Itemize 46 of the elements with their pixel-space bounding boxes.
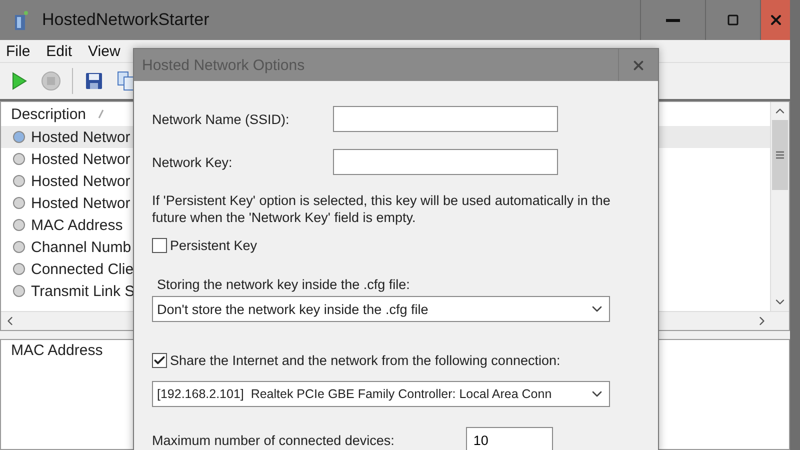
status-dot-icon <box>13 175 25 187</box>
play-icon <box>11 72 27 90</box>
menu-item[interactable]: Edit <box>46 42 72 60</box>
field-label: Maximum number of connected devices: <box>152 432 394 448</box>
input-field[interactable] <box>333 149 558 175</box>
column-header[interactable]: MAC Address <box>11 342 103 359</box>
row-label: Hosted Networ <box>31 194 130 212</box>
row-label: Hosted Networ <box>31 128 130 146</box>
status-dot-icon <box>13 131 25 143</box>
window-title: HostedNetworkStarter <box>42 10 210 30</box>
checkbox[interactable] <box>152 353 167 368</box>
field-label: Network Name (SSID): <box>152 112 290 126</box>
row-label: Hosted Networ <box>31 172 130 190</box>
scroll-thumb[interactable] <box>772 120 788 190</box>
app-icon <box>12 9 30 31</box>
dropdown[interactable]: [192.168.2.101] Realtek PCIe GBE Family Controller: Local Area Conn <box>152 381 610 407</box>
stop-icon <box>41 71 61 91</box>
row-label: Connected Clie <box>31 260 134 278</box>
checkbox-label[interactable]: Persistent Key <box>170 238 258 253</box>
status-dot-icon <box>13 285 25 297</box>
status-dot-icon <box>13 219 25 231</box>
column-header[interactable]: Description <box>11 106 86 122</box>
input-field[interactable]: 10 <box>466 427 554 450</box>
menu-item[interactable]: File <box>6 42 30 60</box>
vertical-scrollbar[interactable] <box>770 102 789 311</box>
help-text: If 'Persistent Key' option is selected, this key will be used automatically in the future when the 'Network Key' field is empty. <box>152 192 612 226</box>
status-dot-icon <box>13 153 25 165</box>
row-label: Channel Numb <box>31 238 132 256</box>
input-field[interactable] <box>333 106 558 132</box>
status-dot-icon <box>13 263 25 275</box>
row-label: Hosted Networ <box>31 150 130 168</box>
checkbox[interactable] <box>152 238 167 253</box>
minimize-icon <box>666 18 680 22</box>
save-button[interactable] <box>83 70 105 92</box>
row-label: MAC Address <box>31 216 123 234</box>
checkbox-label[interactable]: Share the Internet and the network from the following connection: <box>170 353 560 368</box>
maximize-icon <box>727 14 739 26</box>
menu-item[interactable]: View <box>88 42 120 60</box>
grip-icon <box>776 151 784 159</box>
dropdown[interactable]: Don't store the network key inside the .cfg file <box>152 296 610 322</box>
close-button[interactable] <box>760 0 790 40</box>
field-label: Storing the network key inside the .cfg file: <box>157 277 411 292</box>
sort-icon <box>98 109 104 119</box>
status-dot-icon <box>13 241 25 253</box>
status-dot-icon <box>13 197 25 209</box>
field-label: Network Key: <box>152 154 234 170</box>
